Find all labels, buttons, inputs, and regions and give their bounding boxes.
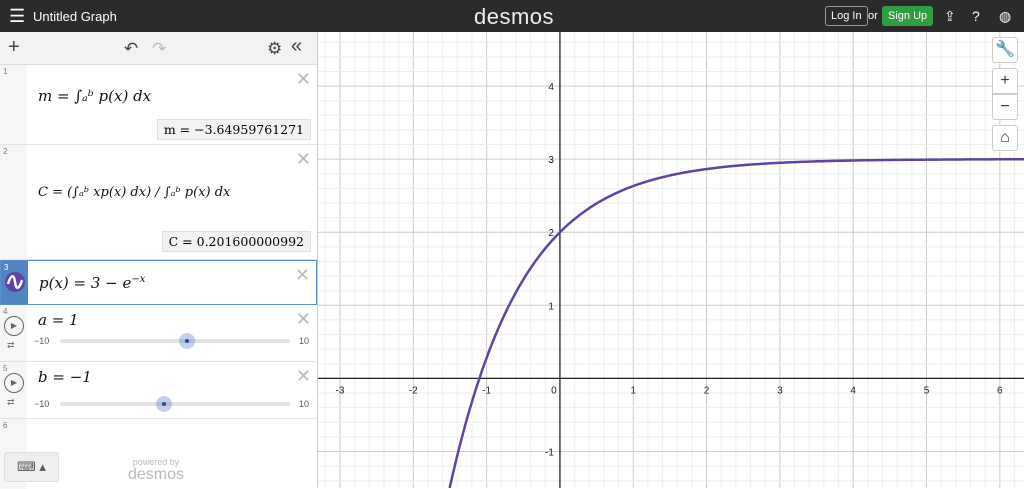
x-tick-label: 4 — [850, 385, 856, 396]
settings-button[interactable]: ⚙ — [267, 39, 282, 59]
expression-math: m = ∫ₐᵇ p(x) dx — [38, 87, 152, 105]
x-tick-label: 1 — [630, 385, 636, 396]
slider-min[interactable]: −10 — [34, 399, 49, 409]
delete-icon[interactable]: ✕ — [296, 309, 311, 330]
expression-1[interactable]: 1 ✕ m = ∫ₐᵇ p(x) dx m = −3.64959761271 — [0, 65, 317, 145]
y-tick-label: 3 — [548, 155, 554, 166]
login-button[interactable]: Log In — [825, 6, 868, 26]
slider-min[interactable]: −10 — [34, 336, 49, 346]
expression-2[interactable]: 2 ✕ C = (∫ₐᵇ xp(x) dx) / ∫ₐᵇ p(x) dx C =… — [0, 145, 317, 260]
slider-thumb[interactable] — [155, 396, 172, 412]
redo-button[interactable]: ↷ — [152, 39, 166, 59]
delete-icon[interactable]: ✕ — [295, 265, 310, 286]
slider-thumb[interactable] — [178, 333, 195, 349]
x-tick-label: -3 — [336, 385, 345, 396]
y-tick-label: -1 — [545, 447, 554, 458]
x-tick-label: 3 — [777, 385, 783, 396]
expression-3[interactable]: 3 ✕ p(x) = 3 − e−x — [0, 260, 317, 305]
expression-math: a = 1 — [38, 311, 79, 329]
expression-result: C = 0.201600000992 — [161, 231, 311, 252]
signup-button[interactable]: Sign Up — [882, 6, 934, 26]
play-icon[interactable]: ▶ — [4, 373, 24, 393]
globe-icon[interactable]: ◍ — [999, 8, 1011, 25]
wrench-icon[interactable]: 🔧 — [992, 37, 1018, 63]
slider-max[interactable]: 10 — [299, 399, 309, 409]
zoom-in-button[interactable]: + — [992, 68, 1018, 94]
desmos-logo: desmos — [474, 4, 555, 29]
x-tick-label: 6 — [997, 385, 1003, 396]
delete-icon[interactable]: ✕ — [296, 149, 311, 170]
expression-4-slider[interactable]: 4 ▶ ⇄ ✕ a = 1 −10 10 — [0, 305, 317, 362]
x-tick-label: 5 — [924, 385, 930, 396]
x-tick-label: -2 — [409, 385, 418, 396]
x-tick-label: -1 — [482, 385, 491, 396]
expression-math: b = −1 — [38, 368, 92, 386]
share-icon[interactable]: ⇪ — [944, 8, 956, 25]
loop-icon[interactable]: ⇄ — [7, 340, 15, 351]
play-icon[interactable]: ▶ — [4, 316, 24, 336]
y-tick-label: 4 — [548, 82, 554, 93]
slider-a[interactable] — [60, 333, 290, 349]
graph-title[interactable]: Untitled Graph — [33, 9, 117, 24]
loop-icon[interactable]: ⇄ — [7, 397, 15, 408]
help-icon[interactable]: ? — [972, 8, 980, 24]
slider-max[interactable]: 10 — [299, 336, 309, 346]
slider-b[interactable] — [60, 396, 290, 412]
y-tick-label: 1 — [548, 301, 554, 312]
zoom-out-button[interactable]: − — [992, 94, 1018, 120]
collapse-list-button[interactable]: « — [291, 35, 302, 58]
graph-canvas[interactable]: -3 -2 -1 0 1 2 3 4 5 6-11234 — [318, 32, 1024, 488]
curve-p-x — [448, 158, 1024, 488]
delete-icon[interactable]: ✕ — [296, 366, 311, 387]
delete-icon[interactable]: ✕ — [296, 69, 311, 90]
expression-result: m = −3.64959761271 — [156, 119, 311, 140]
expression-math: C = (∫ₐᵇ xp(x) dx) / ∫ₐᵇ p(x) dx — [38, 185, 231, 200]
expression-5-slider[interactable]: 5 ▶ ⇄ ✕ b = −1 −10 10 — [0, 362, 317, 419]
x-tick-label: 0 — [551, 385, 557, 396]
expression-toolbar: + ↶ ↷ ⚙ « — [0, 32, 317, 65]
powered-by: powered by desmos — [128, 457, 185, 483]
graph-color-icon[interactable] — [4, 271, 26, 293]
or-text: or — [868, 10, 878, 22]
keyboard-toggle-button[interactable]: ⌨ ▴ — [4, 452, 59, 482]
expression-list: + ↶ ↷ ⚙ « 1 ✕ m = ∫ₐᵇ p(x) dx m = −3.649… — [0, 32, 318, 489]
top-bar: ☰ Untitled Graph desmos Log In or Sign U… — [0, 0, 1024, 32]
expression-input[interactable]: p(x) = 3 − e−x — [39, 274, 145, 292]
x-tick-label: 2 — [704, 385, 710, 396]
home-icon[interactable]: ⌂ — [992, 125, 1018, 151]
undo-button[interactable]: ↶ — [124, 39, 138, 59]
add-expression-button[interactable]: + — [8, 36, 20, 59]
menu-icon[interactable]: ☰ — [9, 7, 25, 25]
